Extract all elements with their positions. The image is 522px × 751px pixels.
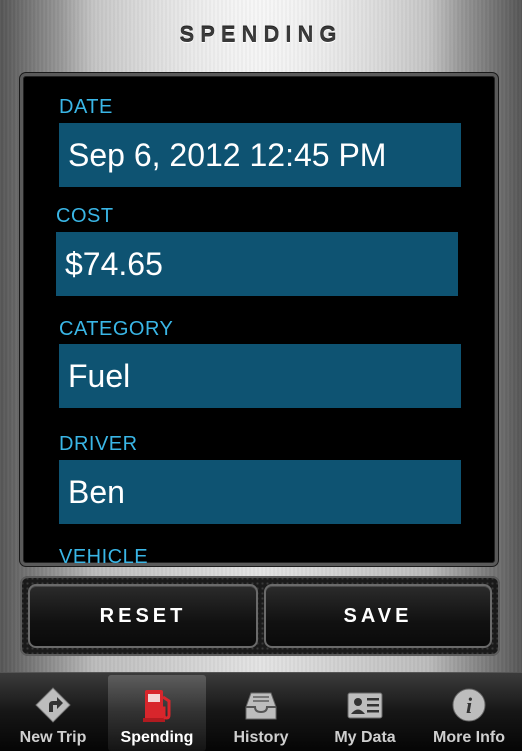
cost-label: COST: [56, 205, 114, 227]
fuel-pump-icon: [137, 685, 177, 725]
tab-more-info[interactable]: i More Info: [420, 675, 518, 751]
save-button[interactable]: SAVE: [264, 584, 492, 648]
page-title: SPENDING: [179, 22, 343, 47]
tab-history[interactable]: History: [212, 675, 310, 751]
date-label: DATE: [59, 96, 113, 118]
cost-field[interactable]: $74.65: [56, 232, 458, 296]
reset-button[interactable]: RESET: [28, 584, 258, 648]
category-label: CATEGORY: [59, 318, 174, 340]
tab-new-trip[interactable]: New Trip: [4, 675, 102, 751]
inbox-tray-icon: [241, 685, 281, 725]
date-field[interactable]: Sep 6, 2012 12:45 PM: [59, 123, 461, 187]
driver-field[interactable]: Ben: [59, 460, 461, 524]
id-card-icon: [345, 685, 385, 725]
info-icon: i: [449, 685, 489, 725]
tab-new-trip-label: New Trip: [19, 729, 87, 746]
tab-my-data-label: My Data: [334, 729, 396, 746]
svg-text:i: i: [466, 693, 473, 718]
spending-form-panel[interactable]: DATE Sep 6, 2012 12:45 PM COST $74.65 CA…: [20, 73, 498, 566]
driver-label: DRIVER: [59, 433, 138, 455]
action-bar: RESET SAVE: [20, 576, 500, 656]
turn-arrow-sign-icon: [33, 685, 73, 725]
tab-bar: New Trip Spending History My Data i More…: [0, 672, 522, 751]
vehicle-label: VEHICLE: [59, 546, 149, 566]
category-field[interactable]: Fuel: [59, 344, 461, 408]
tab-my-data[interactable]: My Data: [316, 675, 414, 751]
tab-spending-label: Spending: [120, 729, 194, 746]
tab-more-info-label: More Info: [433, 729, 505, 746]
tab-history-label: History: [233, 729, 289, 746]
tab-spending[interactable]: Spending: [108, 675, 206, 751]
